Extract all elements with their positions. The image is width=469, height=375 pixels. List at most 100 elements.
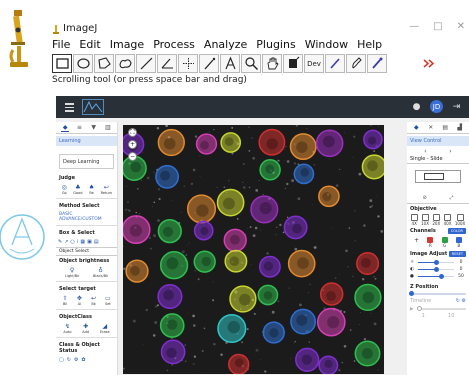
zoom-in-icon[interactable]: + <box>128 140 137 149</box>
dropper-tool[interactable] <box>283 54 303 73</box>
learning-tab-icon[interactable]: ◆ <box>61 124 70 132</box>
objective-40x[interactable]: 40X <box>444 214 451 226</box>
zoom-out-icon[interactable]: − <box>128 152 137 161</box>
gamma-knob[interactable] <box>438 273 444 279</box>
more-tools-button[interactable] <box>418 54 438 73</box>
contrast-slider[interactable]: ◐ 0 <box>407 266 469 273</box>
method-options[interactable]: BASIC ADVANCE/CUSTOM <box>56 211 117 223</box>
info-icon[interactable]: ● <box>410 100 423 113</box>
text-tool[interactable] <box>220 54 240 73</box>
hand-tool[interactable] <box>262 54 282 73</box>
brightness-knob[interactable] <box>433 259 439 265</box>
timeline-slider[interactable]: ▶ <box>407 306 469 313</box>
status-gear-icon[interactable]: ⚙ <box>74 357 78 363</box>
line-tool[interactable] <box>136 54 156 73</box>
zpos-track[interactable] <box>409 291 466 296</box>
gamma-slider[interactable]: ● 50 <box>407 273 469 280</box>
compass-icon[interactable]: ⊘ <box>422 195 426 201</box>
pipette-tool[interactable] <box>367 54 387 73</box>
menu-image[interactable]: Image <box>110 38 144 51</box>
menu-file[interactable]: File <box>52 38 70 51</box>
view-control-section[interactable]: View Control <box>407 136 469 146</box>
pen-icon[interactable]: ↗ <box>64 239 68 245</box>
objective-4x[interactable]: 4X <box>410 214 418 226</box>
brush-tool[interactable] <box>346 54 366 73</box>
pencil-tool[interactable] <box>325 54 345 73</box>
erase-button[interactable]: ◢ Erase <box>100 323 110 334</box>
point-tool[interactable] <box>178 54 198 73</box>
active-section[interactable]: Learning <box>56 136 117 146</box>
settings-icon[interactable]: ⚙ <box>462 298 466 304</box>
grid-icon[interactable]: ▦ <box>80 239 85 245</box>
re-button[interactable]: ♠ Re <box>88 184 95 195</box>
reset-button[interactable]: RESET <box>448 251 466 257</box>
dev-tool[interactable]: Dev <box>304 54 324 73</box>
freehand-tool[interactable] <box>115 54 135 73</box>
target-bll-button[interactable]: ⇧ Bll <box>62 295 69 306</box>
go-button[interactable]: ◎ Go <box>61 184 68 195</box>
magnifier-tool[interactable] <box>241 54 261 73</box>
color-button[interactable]: COLOR <box>447 228 466 234</box>
tools-tab-icon[interactable]: ✕ <box>426 123 435 132</box>
rectangle-tool[interactable] <box>52 54 72 73</box>
polygon-tool[interactable] <box>94 54 114 73</box>
layers-tab-icon[interactable]: ▤ <box>441 123 450 132</box>
minimize-button[interactable]: — <box>409 21 419 32</box>
oval-tool[interactable] <box>73 54 93 73</box>
image-viewer[interactable]: ⛶ + − <box>123 125 384 374</box>
auto-button[interactable]: ↯ Auto <box>63 323 71 334</box>
menu-icon[interactable] <box>65 103 74 112</box>
bar-icon[interactable]: ⁞ <box>77 239 79 245</box>
cell-image-canvas[interactable] <box>123 125 384 374</box>
brightness-track[interactable] <box>418 259 454 265</box>
avatar[interactable]: JD <box>430 100 443 113</box>
target-set-button[interactable]: ▭ Set <box>104 295 111 306</box>
return-button[interactable]: ↩ Return <box>101 184 113 195</box>
channel-r[interactable]: R <box>427 237 434 248</box>
play-icon[interactable]: ▶ <box>410 307 416 312</box>
angle-tool[interactable] <box>157 54 177 73</box>
channel-g[interactable]: G <box>441 237 448 248</box>
chart-tab-icon[interactable]: ▟ <box>455 123 464 132</box>
add-button[interactable]: ✚ Add <box>82 323 89 334</box>
menu-help[interactable]: Help <box>357 38 382 51</box>
target-al-button[interactable]: ✥ Al <box>76 295 83 306</box>
gamma-track[interactable] <box>418 273 454 279</box>
black-bk-button[interactable]: ♁ Black/Bk <box>93 267 108 278</box>
menu-plugins[interactable]: Plugins <box>256 38 295 51</box>
light-bk-button[interactable]: ♀ Light/Bk <box>65 267 79 278</box>
objective-100x[interactable]: 100X <box>455 214 465 226</box>
objective-20x[interactable]: 20X <box>432 214 440 226</box>
model-select[interactable]: Deep Learning <box>59 154 114 169</box>
prev-slide-icon[interactable]: ‹ <box>424 148 426 155</box>
brightness-slider[interactable]: ☼ 0 <box>407 259 469 266</box>
viewport-indicator[interactable] <box>424 173 444 180</box>
menu-edit[interactable]: Edit <box>79 38 100 51</box>
diamond-tab-icon[interactable]: ◆ <box>412 123 421 132</box>
trash-icon[interactable]: ▤ <box>94 239 99 245</box>
objective-10x[interactable]: 10X <box>421 214 429 226</box>
status-settings-icon[interactable]: ✿ <box>81 357 85 363</box>
status-box-icon[interactable]: ▢ <box>59 357 64 363</box>
maximize-button[interactable]: □ <box>433 21 442 32</box>
fullscreen-icon[interactable]: ⛶ <box>128 128 137 137</box>
slide-overview[interactable] <box>415 170 461 183</box>
zpos-knob[interactable] <box>409 291 414 296</box>
circle-icon[interactable]: ○ <box>70 239 74 245</box>
refresh-icon[interactable]: ↻ <box>456 298 460 304</box>
square-icon[interactable]: ▣ <box>87 239 92 245</box>
filter-tab-icon[interactable]: ▼ <box>90 124 98 132</box>
status-refresh-icon[interactable]: ↻ <box>67 357 71 363</box>
logout-icon[interactable]: ⇥ <box>450 100 463 113</box>
draw-icon[interactable]: ✎ <box>58 239 62 245</box>
sliders-tab-icon[interactable]: ≡ <box>75 124 83 132</box>
menu-process[interactable]: Process <box>153 38 195 51</box>
contrast-knob[interactable] <box>433 266 439 272</box>
close-button[interactable]: ✕ <box>457 21 465 32</box>
next-slide-icon[interactable]: › <box>449 148 451 155</box>
menu-window[interactable]: Window <box>305 38 348 51</box>
target-bk-button[interactable]: ↩ Bk <box>90 295 97 306</box>
timeline-knob[interactable] <box>417 306 422 312</box>
expand-icon[interactable]: ⤢ <box>450 195 454 201</box>
menu-analyze[interactable]: Analyze <box>204 38 247 51</box>
